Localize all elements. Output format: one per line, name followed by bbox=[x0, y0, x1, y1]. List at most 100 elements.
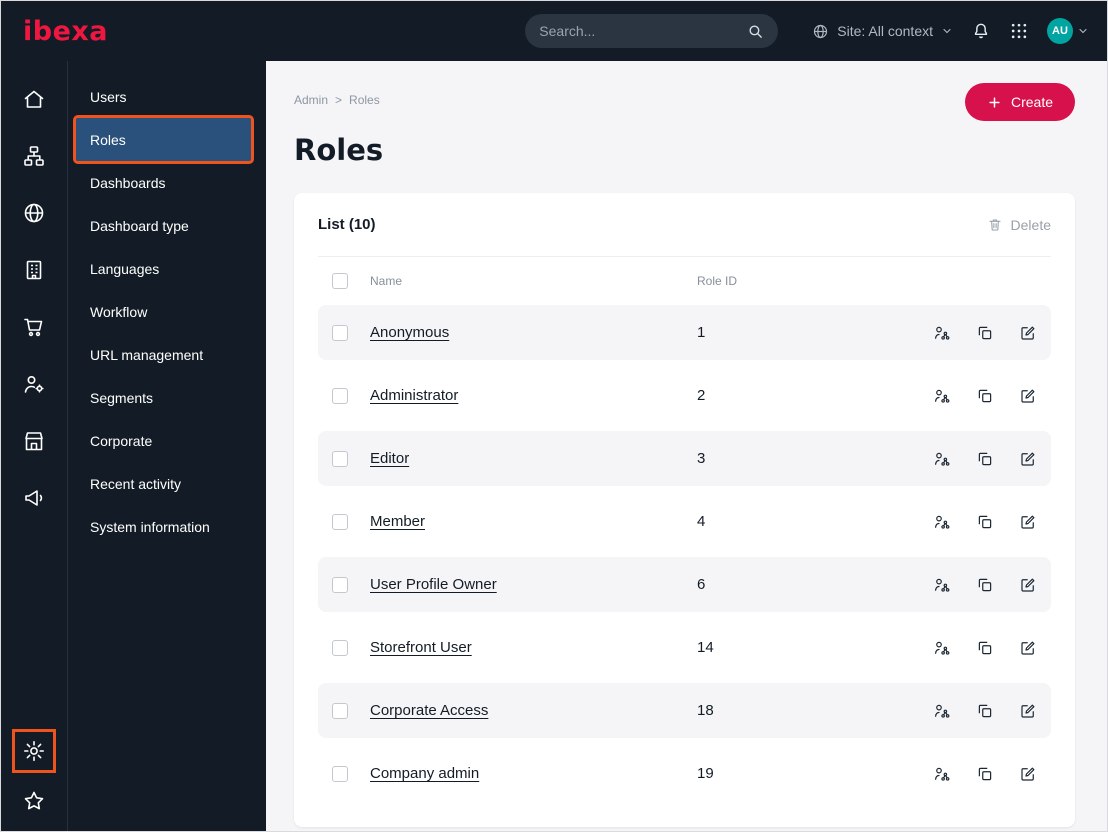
sidebar-item-dashboard-type[interactable]: Dashboard type bbox=[76, 204, 251, 247]
chevron-down-icon bbox=[943, 28, 951, 34]
column-header-name: Name bbox=[370, 274, 403, 288]
edit-icon[interactable] bbox=[1019, 513, 1037, 531]
row-checkbox[interactable] bbox=[332, 576, 348, 593]
trash-icon bbox=[988, 218, 1001, 231]
copy-icon[interactable] bbox=[976, 639, 994, 657]
edit-icon[interactable] bbox=[1019, 765, 1037, 783]
sidebar-item-workflow[interactable]: Workflow bbox=[76, 290, 251, 333]
role-name-link[interactable]: Storefront User bbox=[370, 639, 677, 656]
copy-icon[interactable] bbox=[976, 765, 994, 783]
edit-icon[interactable] bbox=[1019, 450, 1037, 468]
sidebar-item-url-management[interactable]: URL management bbox=[76, 333, 251, 376]
page-title: Roles bbox=[294, 133, 384, 167]
role-name-link[interactable]: Member bbox=[370, 513, 677, 530]
sidebar-item-roles[interactable]: Roles bbox=[73, 115, 254, 164]
main-content: Admin > Roles Create Roles List (10) Del… bbox=[266, 61, 1107, 831]
copy-icon[interactable] bbox=[976, 513, 994, 531]
edit-icon[interactable] bbox=[1019, 387, 1037, 405]
row-checkbox[interactable] bbox=[332, 702, 348, 719]
role-name-link[interactable]: Corporate Access bbox=[370, 702, 677, 719]
copy-icon[interactable] bbox=[976, 702, 994, 720]
role-id: 19 bbox=[697, 765, 714, 782]
sidebar-item-users[interactable]: Users bbox=[76, 75, 251, 118]
table-row: Editor 3 bbox=[318, 431, 1051, 486]
home-icon[interactable] bbox=[22, 87, 46, 111]
storefront-icon[interactable] bbox=[22, 429, 46, 453]
create-button[interactable]: Create bbox=[964, 83, 1075, 121]
row-checkbox[interactable] bbox=[332, 765, 348, 782]
assign-icon[interactable] bbox=[933, 702, 951, 720]
sidebar-item-system-information[interactable]: System information bbox=[76, 505, 251, 548]
role-name-link[interactable]: Company admin bbox=[370, 765, 677, 782]
content-tree-icon[interactable] bbox=[22, 144, 46, 168]
role-name-link[interactable]: Anonymous bbox=[370, 324, 677, 341]
select-all-checkbox[interactable] bbox=[332, 273, 348, 289]
sidebar-item-segments[interactable]: Segments bbox=[76, 376, 251, 419]
site-context-selector[interactable]: Site: All context bbox=[812, 23, 953, 40]
table-row: Member 4 bbox=[318, 494, 1051, 549]
user-menu[interactable]: AU bbox=[1047, 18, 1089, 44]
role-name-link[interactable]: Editor bbox=[370, 450, 677, 467]
topbar-right: Site: All context AU bbox=[812, 18, 1089, 44]
row-checkbox[interactable] bbox=[332, 513, 348, 530]
edit-icon[interactable] bbox=[1019, 576, 1037, 594]
role-id: 6 bbox=[697, 576, 706, 593]
megaphone-icon[interactable] bbox=[22, 486, 46, 510]
assign-icon[interactable] bbox=[933, 513, 951, 531]
topbar: ibexa Search... Site: All context AU bbox=[1, 1, 1107, 61]
copy-icon[interactable] bbox=[976, 576, 994, 594]
search-placeholder: Search... bbox=[539, 23, 596, 39]
sidebar-item-dashboards[interactable]: Dashboards bbox=[76, 161, 251, 204]
user-settings-icon[interactable] bbox=[22, 372, 46, 396]
row-checkbox[interactable] bbox=[332, 387, 348, 404]
star-icon[interactable] bbox=[22, 789, 46, 813]
role-id: 4 bbox=[697, 513, 706, 530]
bell-icon bbox=[974, 23, 988, 39]
cart-icon[interactable] bbox=[22, 315, 46, 339]
assign-icon[interactable] bbox=[933, 387, 951, 405]
copy-icon[interactable] bbox=[976, 387, 994, 405]
building-icon[interactable] bbox=[22, 258, 46, 282]
app-grid-button[interactable] bbox=[1009, 21, 1029, 41]
breadcrumb-current: Roles bbox=[349, 93, 380, 107]
breadcrumb-parent[interactable]: Admin bbox=[294, 93, 328, 107]
copy-icon[interactable] bbox=[976, 324, 994, 342]
row-checkbox[interactable] bbox=[332, 450, 348, 467]
notifications-button[interactable] bbox=[971, 21, 991, 41]
assign-icon[interactable] bbox=[933, 765, 951, 783]
delete-button[interactable]: Delete bbox=[987, 217, 1051, 233]
assign-icon[interactable] bbox=[933, 324, 951, 342]
edit-icon[interactable] bbox=[1019, 639, 1037, 657]
assign-icon[interactable] bbox=[933, 450, 951, 468]
sidebar-item-recent-activity[interactable]: Recent activity bbox=[76, 462, 251, 505]
copy-icon[interactable] bbox=[976, 450, 994, 468]
table-header: Name Role ID bbox=[318, 257, 1051, 305]
edit-icon[interactable] bbox=[1019, 702, 1037, 720]
globe-icon[interactable] bbox=[22, 201, 46, 225]
sidebar-menu: Users Roles Dashboards Dashboard type La… bbox=[68, 61, 266, 831]
settings-gear-icon bbox=[24, 741, 44, 761]
list-title: List (10) bbox=[318, 216, 376, 233]
sidebar-item-languages[interactable]: Languages bbox=[76, 247, 251, 290]
breadcrumb: Admin > Roles bbox=[294, 93, 380, 107]
settings-button[interactable] bbox=[12, 729, 56, 773]
row-checkbox[interactable] bbox=[332, 324, 348, 341]
search-input[interactable]: Search... bbox=[525, 14, 779, 48]
assign-icon[interactable] bbox=[933, 639, 951, 657]
icon-rail bbox=[1, 61, 68, 831]
role-id: 14 bbox=[697, 639, 714, 656]
assign-icon[interactable] bbox=[933, 576, 951, 594]
role-name-link[interactable]: User Profile Owner bbox=[370, 576, 677, 593]
plus-icon bbox=[989, 96, 1000, 108]
table-row: User Profile Owner 6 bbox=[318, 557, 1051, 612]
edit-icon[interactable] bbox=[1019, 324, 1037, 342]
column-header-role-id: Role ID bbox=[697, 274, 738, 288]
role-name-link[interactable]: Administrator bbox=[370, 387, 677, 404]
breadcrumb-separator: > bbox=[335, 93, 343, 107]
row-checkbox[interactable] bbox=[332, 639, 348, 656]
search-icon bbox=[749, 24, 763, 38]
table-row: Storefront User 14 bbox=[318, 620, 1051, 675]
sidebar-item-corporate[interactable]: Corporate bbox=[76, 419, 251, 462]
globe-icon bbox=[814, 24, 828, 38]
role-id: 1 bbox=[697, 324, 706, 341]
